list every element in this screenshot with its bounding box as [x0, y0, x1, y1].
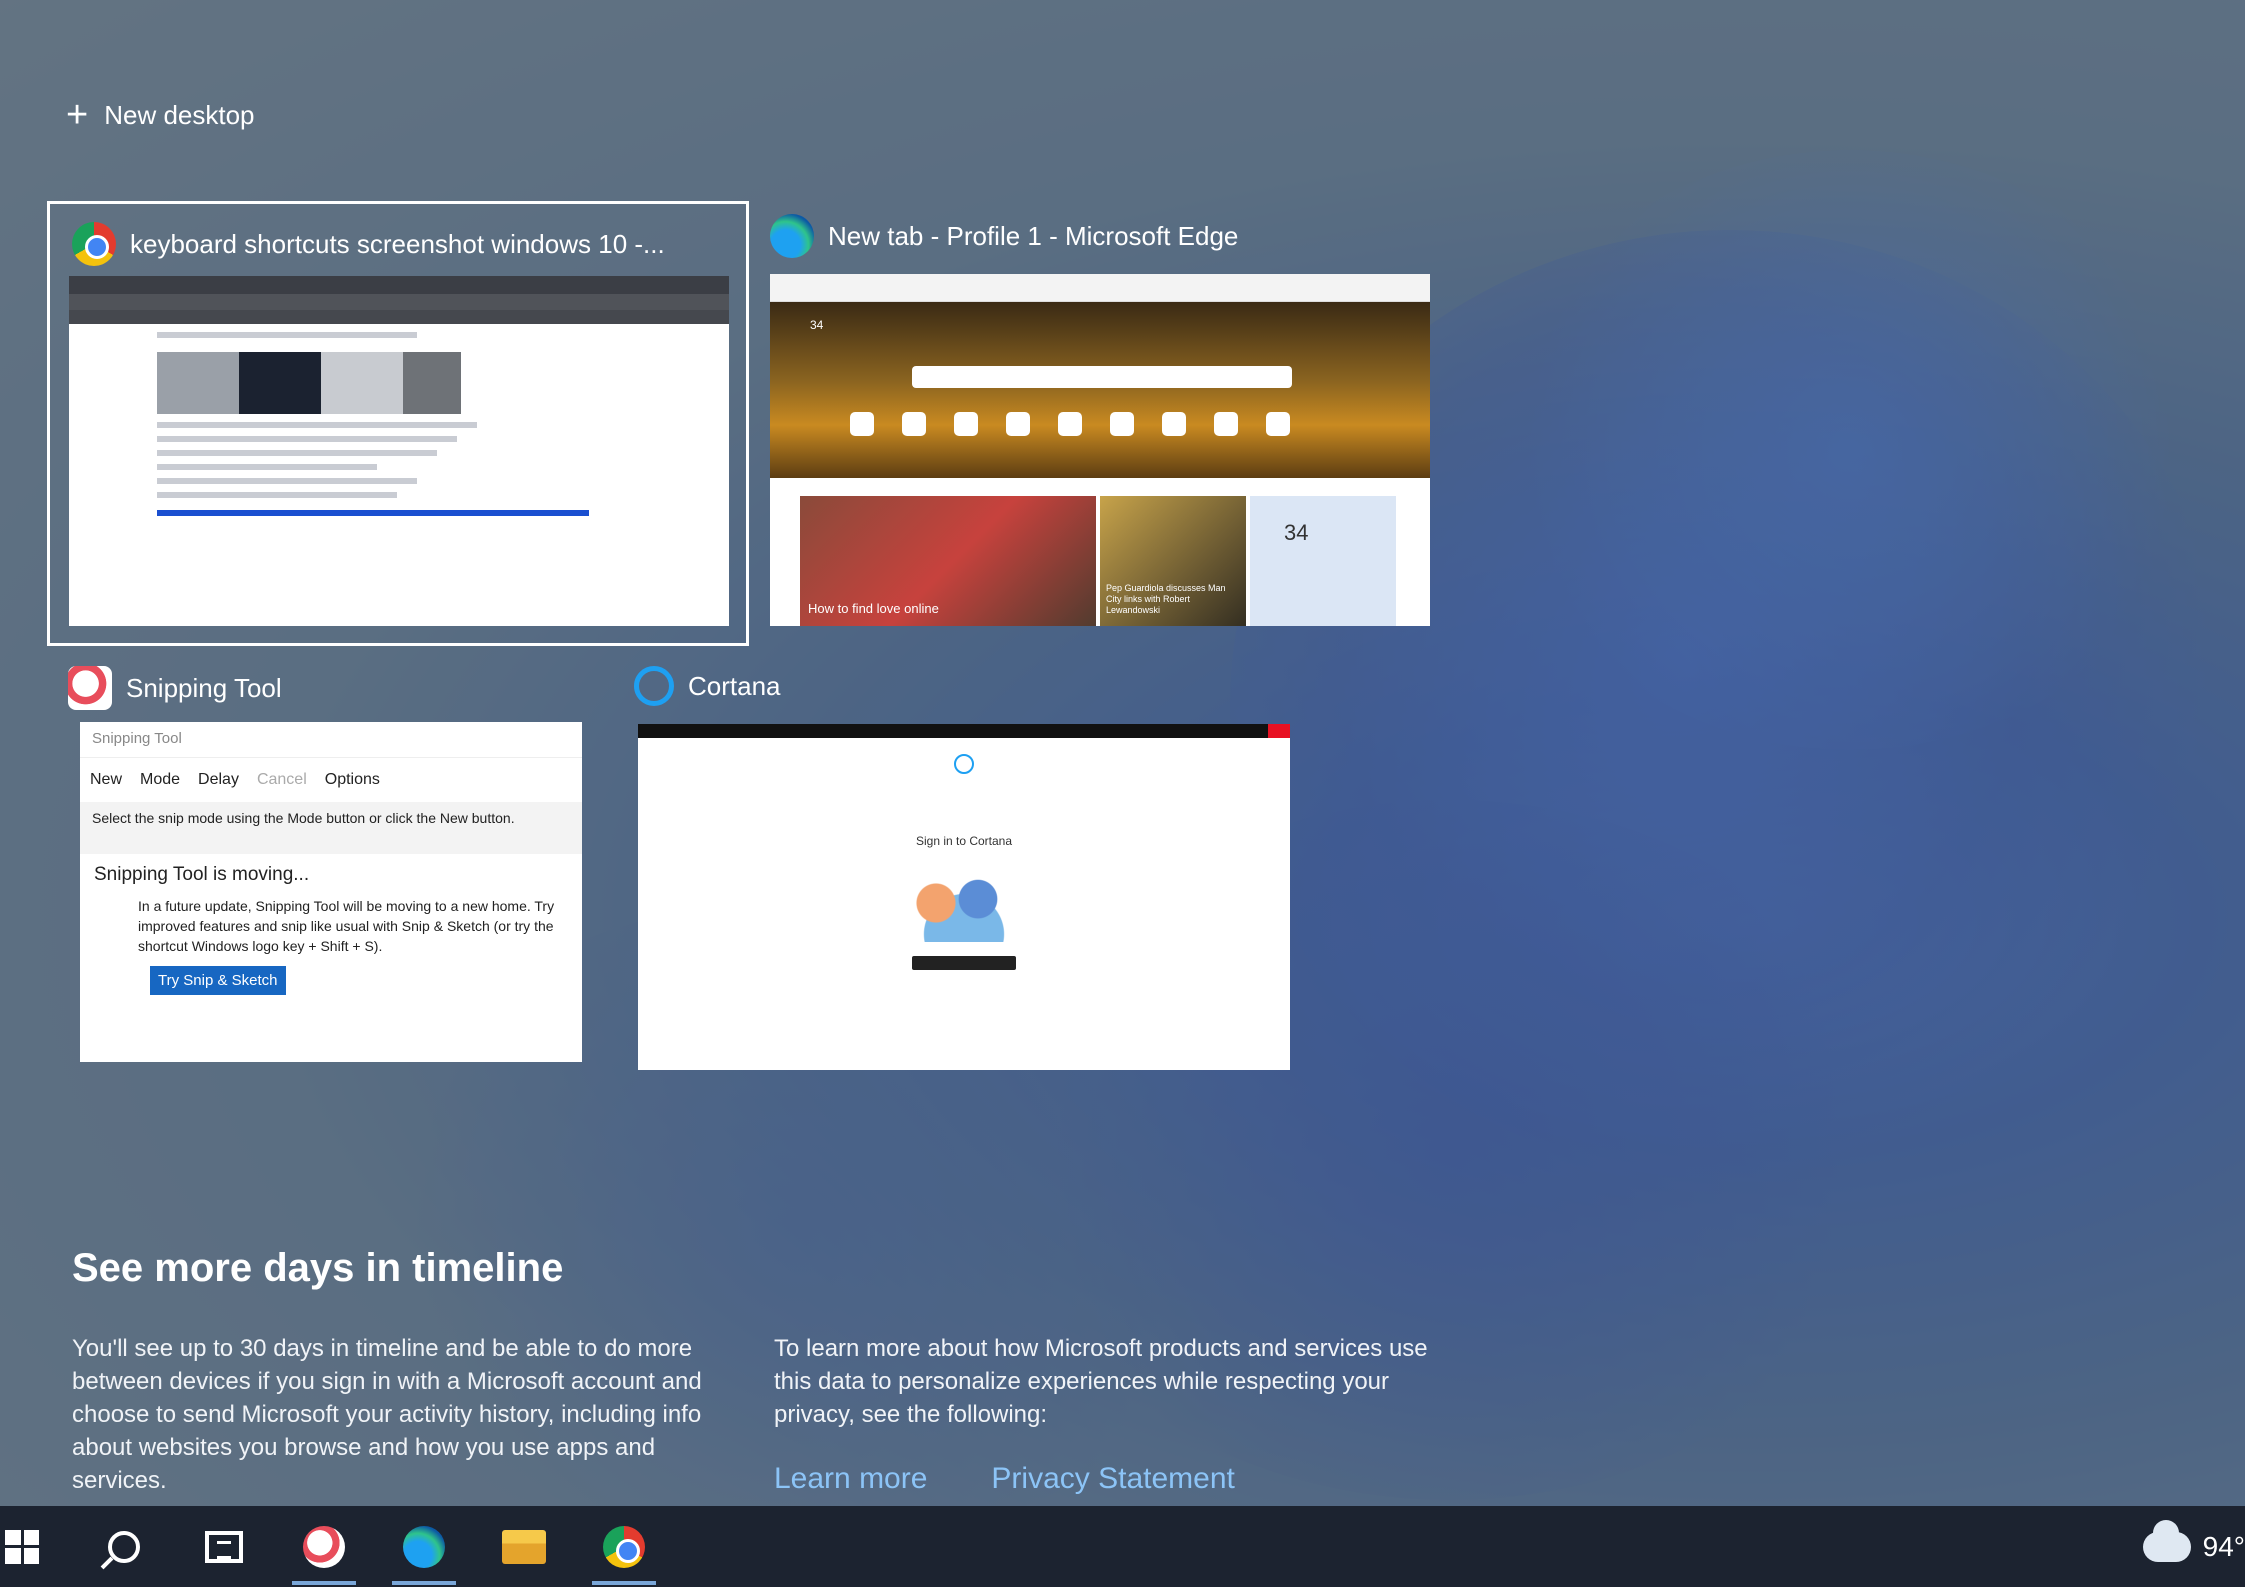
windows-logo-icon: [5, 1529, 39, 1564]
task-view-icon: [205, 1530, 243, 1563]
snip-hint: Select the snip mode using the Mode butt…: [80, 802, 582, 854]
taskbar-file-explorer[interactable]: [474, 1506, 574, 1587]
weather-cloud-icon: [2142, 1519, 2191, 1562]
news-headline: How to find love online: [808, 601, 939, 616]
snip-new: New: [90, 771, 123, 788]
cortana-signin-text: Sign in to Cortana: [915, 834, 1013, 848]
edge-icon: [770, 214, 814, 258]
window-title: New tab - Profile 1 - Microsoft Edge: [828, 220, 1239, 251]
window-card-snipping-tool[interactable]: Snipping Tool Snipping Tool New Mode Del…: [68, 660, 588, 1070]
weather-temp-widget: 34: [1284, 520, 1309, 545]
cortana-icon: [634, 666, 674, 706]
snip-mode: Mode: [140, 771, 181, 788]
file-explorer-icon: [502, 1529, 546, 1564]
snip-titlebar: Snipping Tool: [80, 722, 582, 758]
snip-delay: Delay: [198, 771, 239, 788]
window-preview: 34 How to find love online Pep Guardiola…: [770, 274, 1430, 626]
timeline-privacy-text: To learn more about how Microsoft produc…: [774, 1335, 1428, 1428]
edge-icon: [403, 1525, 445, 1568]
new-desktop-button[interactable]: + New desktop: [66, 96, 255, 134]
window-preview: Sign in to Cortana: [638, 724, 1290, 1070]
window-title: keyboard shortcuts screenshot windows 10…: [130, 228, 665, 259]
window-card-chrome[interactable]: keyboard shortcuts screenshot windows 10…: [47, 201, 749, 646]
window-title: Snipping Tool: [126, 672, 282, 703]
cortana-signin-button: [912, 956, 1016, 970]
snip-moving-title: Snipping Tool is moving...: [94, 864, 310, 885]
search-icon: [108, 1530, 140, 1563]
snip-moving-body: In a future update, Snipping Tool will b…: [138, 898, 555, 954]
window-card-cortana[interactable]: Cortana Sign in to Cortana: [634, 660, 1294, 1070]
window-title: Cortana: [688, 670, 781, 701]
taskbar-edge[interactable]: [374, 1506, 474, 1587]
snipping-tool-icon: [68, 666, 112, 710]
snip-try-button: Try Snip & Sketch: [150, 966, 286, 995]
plus-icon: +: [66, 94, 89, 136]
cortana-ring-icon: [954, 754, 974, 774]
privacy-statement-link[interactable]: Privacy Statement: [991, 1462, 1234, 1496]
taskbar-chrome[interactable]: [574, 1506, 674, 1587]
snipping-tool-icon: [303, 1525, 345, 1568]
task-view-button[interactable]: [174, 1506, 274, 1587]
start-button[interactable]: [0, 1506, 44, 1587]
side-headline: Pep Guardiola discusses Man City links w…: [1106, 583, 1226, 615]
chrome-icon: [603, 1525, 645, 1568]
window-preview: Snipping Tool New Mode Delay Cancel Opti…: [80, 722, 582, 1062]
snip-options: Options: [324, 771, 380, 788]
window-card-edge[interactable]: New tab - Profile 1 - Microsoft Edge 34 …: [770, 212, 1430, 632]
taskbar: 94°: [0, 1506, 2245, 1587]
weather-widget[interactable]: 94°: [2142, 1519, 2245, 1563]
window-preview: [69, 276, 729, 626]
chrome-icon: [72, 222, 116, 266]
cortana-illustration: [894, 864, 1034, 942]
search-button[interactable]: [74, 1506, 174, 1587]
weather-temperature: 94°: [2202, 1530, 2245, 1562]
new-desktop-label: New desktop: [104, 99, 255, 130]
taskbar-snipping-tool[interactable]: [274, 1506, 374, 1587]
weather-temp: 34: [810, 318, 824, 332]
learn-more-link[interactable]: Learn more: [774, 1462, 927, 1496]
timeline-title: See more days in timeline: [72, 1246, 564, 1290]
timeline-description: You'll see up to 30 days in timeline and…: [72, 1335, 702, 1494]
snip-cancel: Cancel: [256, 771, 307, 788]
